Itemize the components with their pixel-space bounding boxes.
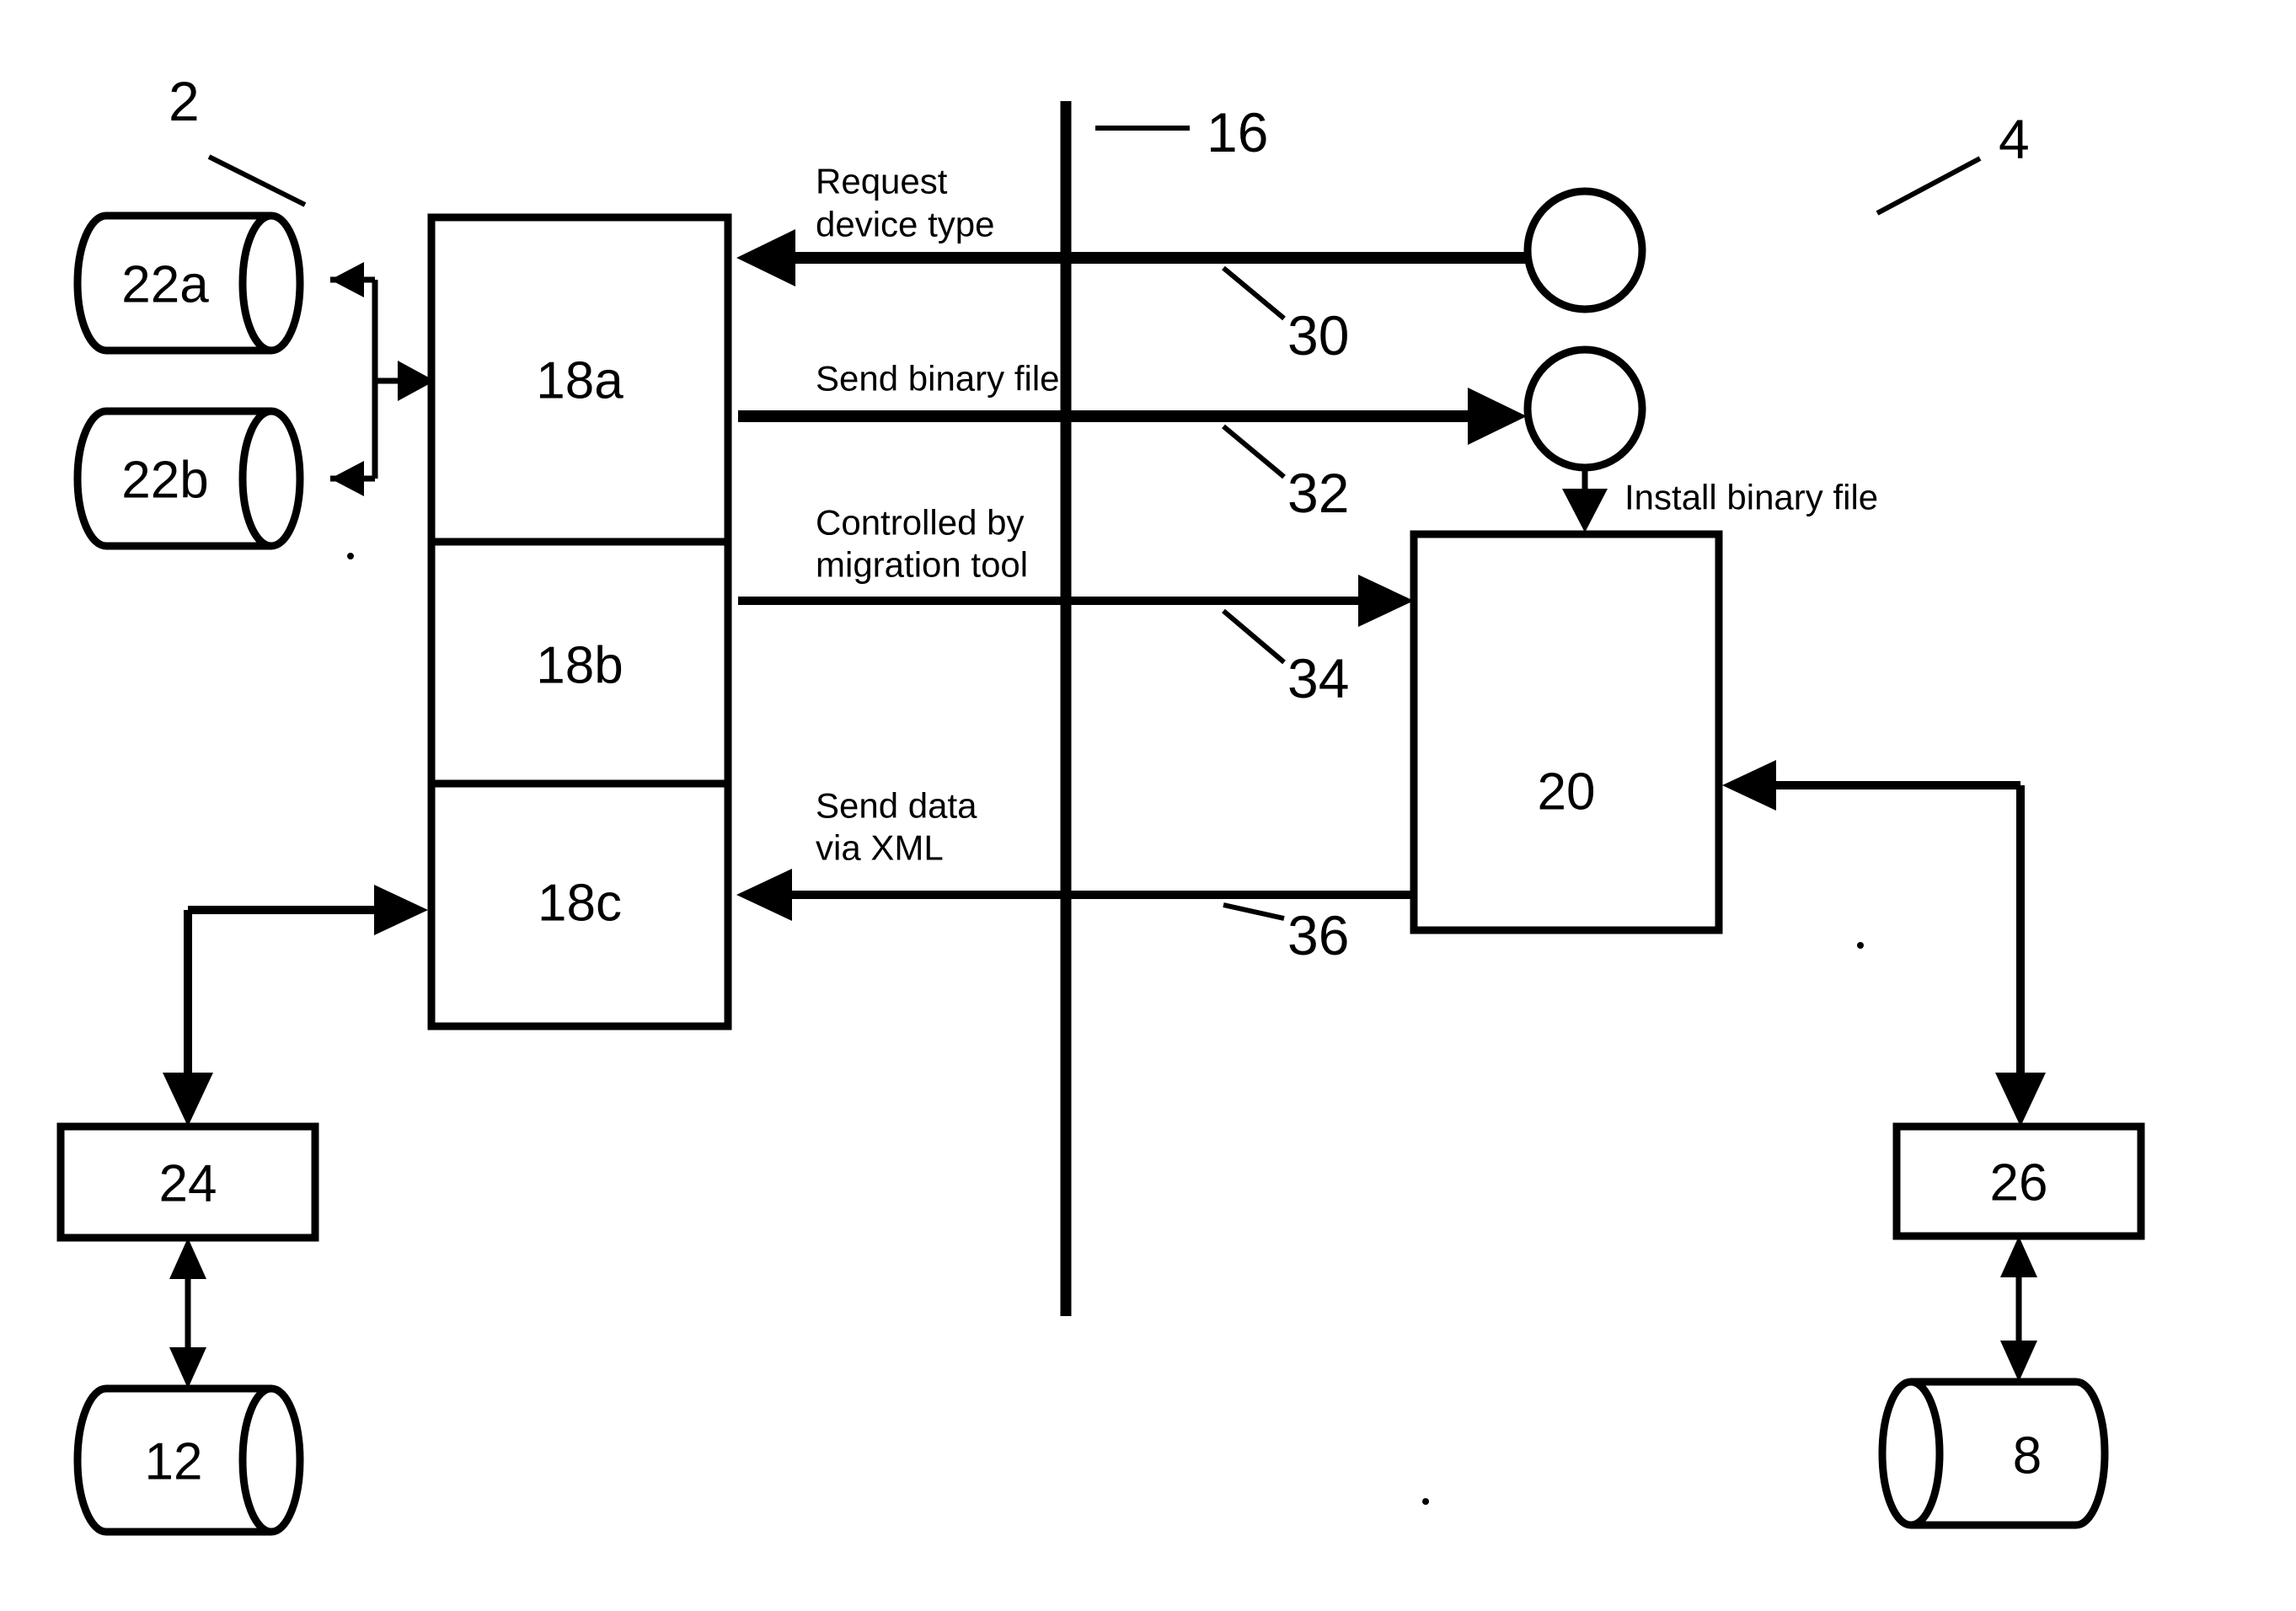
arrowhead-to-22b (330, 461, 364, 496)
group-label-4-text: 4 (1999, 108, 2030, 170)
connector-24-12-arrowhead-up (169, 1238, 206, 1279)
connector-24-to-12 (169, 1238, 206, 1389)
cylinder-22b[interactable]: 22b (73, 407, 304, 550)
module-18c-label: 18c (538, 875, 622, 933)
cylinder-12-label: 12 (145, 1433, 203, 1491)
group-label-2-text: 2 (169, 70, 200, 132)
flow-install-caption: Install binary file (1624, 478, 1878, 517)
arrowhead-to-22a (330, 262, 364, 297)
cylinder-8-label: 8 (2013, 1427, 2042, 1485)
module-18a-label: 18a (536, 352, 624, 410)
connector-18c-to-24-arrowhead-right (374, 885, 428, 935)
circle-binary-send[interactable] (1523, 345, 1646, 472)
connector-18c-to-24-arrowhead-down (163, 1073, 213, 1127)
flow-install-arrowhead (1562, 489, 1608, 533)
scan-speck-bottom (1422, 1498, 1429, 1505)
flow-36-send-data-via-xml: Send data via XML 36 (736, 786, 1414, 966)
box-20-label: 20 (1538, 763, 1596, 822)
box-26-label: 26 (1990, 1154, 2048, 1212)
flow-34-arrowhead (1358, 575, 1414, 627)
flow-32-send-binary-file: Send binary file 32 (738, 359, 1527, 524)
group-label-4-leader (1876, 156, 1982, 216)
flow-34-caption-line2: migration tool (816, 545, 1028, 585)
flow-34-caption-line1: Controlled by (816, 503, 1024, 543)
box-20[interactable]: 20 (1410, 530, 1723, 934)
flow-30-caption-line2: device type (816, 205, 994, 244)
cylinder-22a-label: 22a (121, 256, 209, 314)
cylinder-22b-cap (238, 407, 272, 550)
flow-30-caption-line1: Request (816, 162, 948, 201)
scan-speck-right (1857, 942, 1864, 949)
flow-install-binary-file: Install binary file (1562, 468, 1878, 533)
connector-26-8-arrowhead-down (2000, 1341, 2037, 1382)
connector-20-26-arrowhead-down (1995, 1073, 2046, 1127)
flow-36-arrowhead (736, 869, 792, 921)
box-20-rect (1410, 530, 1723, 934)
flow-30-arrowhead (736, 229, 795, 286)
group-label-2: 2 (169, 70, 307, 207)
flow-32-ref-leader (1222, 424, 1286, 479)
cylinder-8-cap (1910, 1378, 1944, 1529)
flow-30-ref-number: 30 (1287, 304, 1349, 367)
cylinder-22a[interactable]: 22a (73, 211, 304, 355)
connector-20-26-arrowhead-left (1722, 760, 1776, 811)
flow-34-ref-leader (1222, 608, 1286, 665)
connector-20-to-26 (1722, 760, 2046, 1127)
connector-26-8-arrowhead-up (2000, 1236, 2037, 1277)
flow-30-request-device-type: Request device type 30 (736, 162, 1527, 367)
flow-32-arrowhead (1468, 388, 1527, 445)
group-label-2-leader (207, 154, 307, 207)
group-label-4: 4 (1876, 108, 2030, 216)
cylinder-22b-label: 22b (121, 452, 208, 510)
cylinder-12[interactable]: 12 (73, 1384, 304, 1536)
cylinder-12-cap (238, 1384, 272, 1536)
connector-module18a-to-cylinders (330, 262, 435, 496)
flow-36-caption-line1: Send data (816, 786, 977, 826)
module-18-stack[interactable]: 18a 18b 18c (427, 213, 732, 1030)
box-24[interactable]: 24 (56, 1122, 319, 1242)
scan-speck-left (347, 553, 354, 559)
cylinder-8[interactable]: 8 (1878, 1378, 2109, 1529)
box-26[interactable]: 26 (1892, 1122, 2145, 1240)
module-18b-label: 18b (536, 637, 623, 695)
figure-root: 2 4 16 22a 22b 18a 18b 18c Request devic… (0, 0, 2296, 1611)
flow-32-ref-number: 32 (1287, 462, 1349, 524)
boundary-16-label: 16 (1207, 101, 1268, 163)
flow-30-ref-leader (1222, 265, 1286, 321)
flow-34-ref-number: 34 (1287, 647, 1349, 709)
connector-24-12-arrowhead-down (169, 1347, 206, 1389)
connector-18c-to-24 (163, 885, 428, 1127)
diagram-canvas: 2 4 16 22a 22b 18a 18b 18c Request devic… (56, 70, 2145, 1536)
flow-36-ref-number: 36 (1287, 904, 1349, 966)
circle-device-request-shape (1523, 187, 1646, 313)
flow-36-caption-line2: via XML (816, 828, 944, 868)
circle-binary-send-shape (1523, 345, 1646, 472)
circle-device-request[interactable] (1523, 187, 1646, 313)
flow-34-controlled-by-migration-tool: Controlled by migration tool 34 (738, 503, 1414, 709)
cylinder-22a-cap (238, 211, 272, 355)
box-24-label: 24 (159, 1155, 217, 1213)
flow-32-caption-line1: Send binary file (816, 359, 1060, 399)
connector-26-to-8 (2000, 1236, 2037, 1382)
flow-36-ref-leader (1223, 902, 1285, 921)
